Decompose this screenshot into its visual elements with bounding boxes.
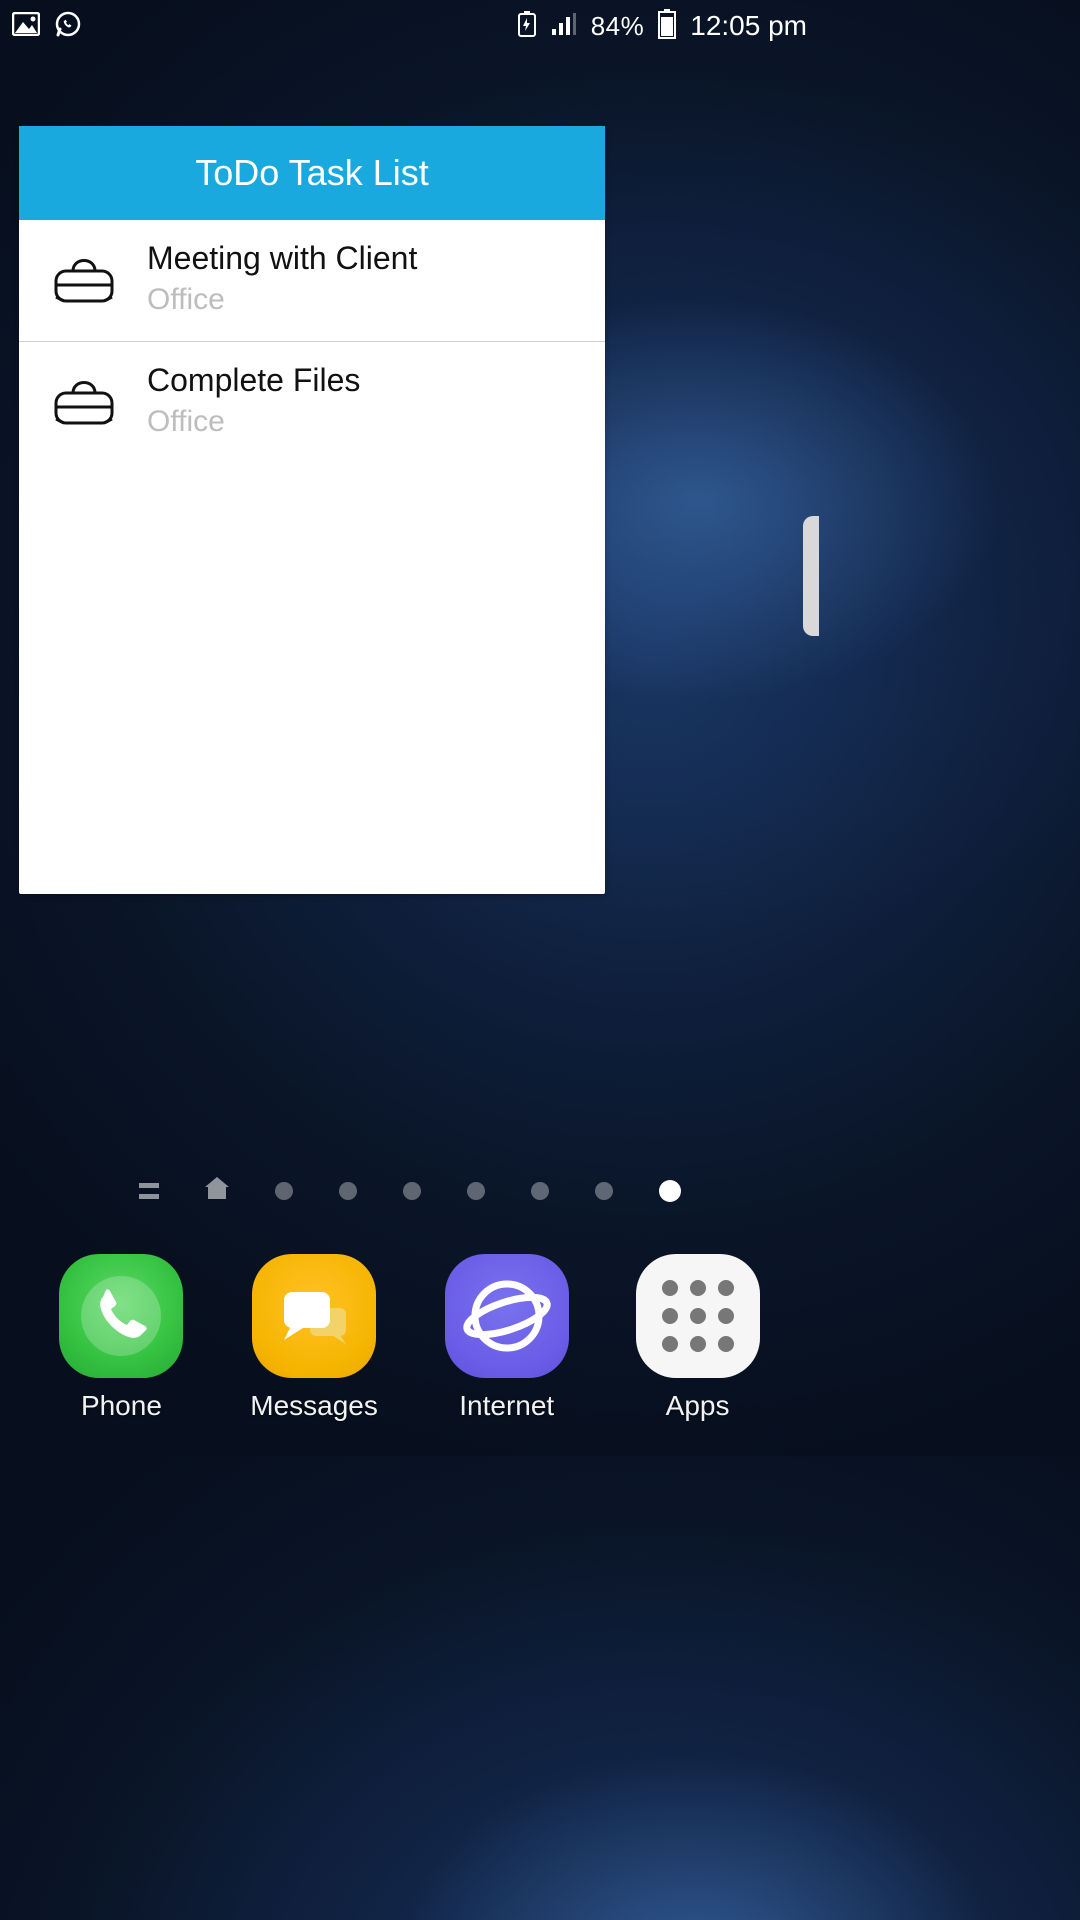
battery-icon — [658, 9, 676, 44]
todo-widget[interactable]: ToDo Task List Meeting with Client Offic… — [19, 126, 605, 894]
dock-item-phone[interactable]: Phone — [59, 1254, 183, 1422]
phone-icon — [59, 1254, 183, 1378]
home-indicator-icon[interactable] — [205, 1177, 229, 1204]
briefcase-icon — [49, 241, 119, 316]
page-indicators — [0, 1177, 819, 1204]
apps-overview-icon[interactable] — [139, 1183, 159, 1199]
page-dot-active[interactable] — [659, 1180, 681, 1202]
task-text: Meeting with Client Office — [147, 240, 417, 317]
task-title: Complete Files — [147, 362, 360, 399]
dock-label: Internet — [459, 1390, 554, 1422]
status-right: 84% 12:05 pm — [517, 9, 807, 44]
dock-label: Messages — [250, 1390, 378, 1422]
image-icon — [12, 12, 40, 41]
apps-icon — [636, 1254, 760, 1378]
status-bar: 84% 12:05 pm — [0, 0, 819, 52]
dock: Phone Messages Internet Apps — [0, 1254, 819, 1422]
whatsapp-icon — [54, 10, 82, 43]
clock-time: 12:05 pm — [690, 10, 807, 42]
task-text: Complete Files Office — [147, 362, 360, 439]
widget-title: ToDo Task List — [19, 126, 605, 220]
page-dot[interactable] — [531, 1182, 549, 1200]
internet-icon — [445, 1254, 569, 1378]
battery-percent: 84% — [591, 11, 645, 42]
page-dot[interactable] — [275, 1182, 293, 1200]
dock-label: Apps — [666, 1390, 730, 1422]
page-dot[interactable] — [595, 1182, 613, 1200]
edge-panel-handle[interactable] — [803, 516, 819, 636]
page-dot[interactable] — [467, 1182, 485, 1200]
task-subtitle: Office — [147, 405, 360, 439]
status-left — [12, 10, 82, 43]
page-dot[interactable] — [403, 1182, 421, 1200]
signal-icon — [551, 12, 577, 41]
dock-item-messages[interactable]: Messages — [250, 1254, 378, 1422]
dock-label: Phone — [81, 1390, 162, 1422]
dock-item-internet[interactable]: Internet — [445, 1254, 569, 1422]
page-dot[interactable] — [339, 1182, 357, 1200]
task-subtitle: Office — [147, 283, 417, 317]
task-row[interactable]: Complete Files Office — [19, 341, 605, 463]
messages-icon — [252, 1254, 376, 1378]
dock-item-apps[interactable]: Apps — [636, 1254, 760, 1422]
briefcase-icon — [49, 363, 119, 438]
battery-saver-icon — [517, 10, 537, 43]
task-row[interactable]: Meeting with Client Office — [19, 220, 605, 341]
task-title: Meeting with Client — [147, 240, 417, 277]
